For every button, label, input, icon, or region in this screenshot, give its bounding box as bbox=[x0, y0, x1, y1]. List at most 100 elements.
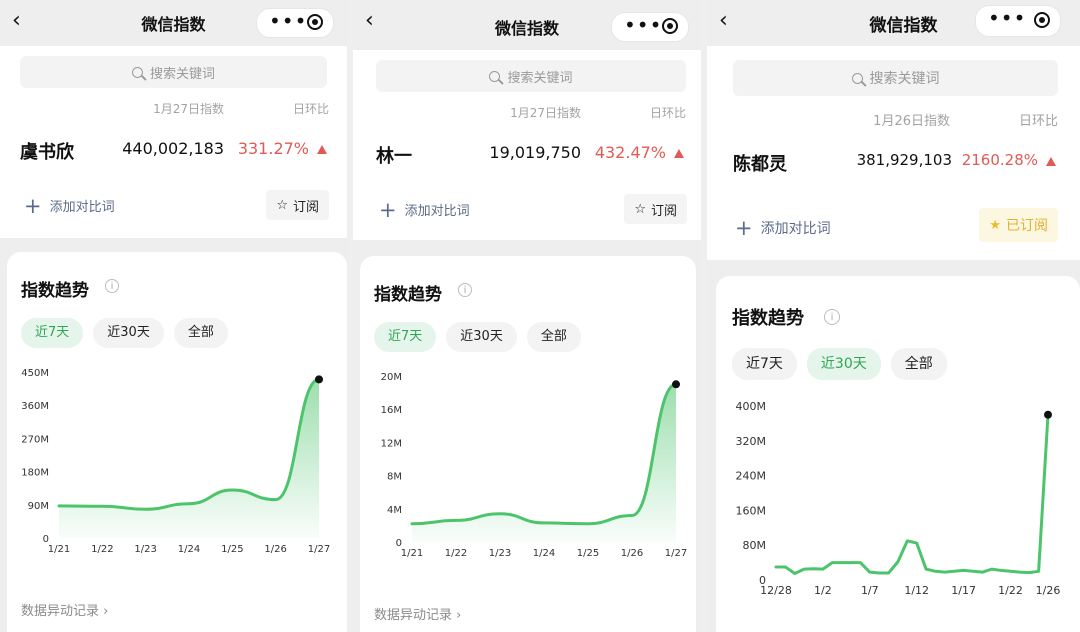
x-tick-label: 1/26 bbox=[1036, 584, 1061, 597]
x-tick-label: 1/22 bbox=[998, 584, 1023, 597]
star-outline-icon: ☆ bbox=[276, 197, 288, 213]
keyword-name: 林一 bbox=[376, 146, 412, 167]
tab-30-days[interactable]: 近30天 bbox=[806, 348, 881, 380]
tab-30-days[interactable]: 近30天 bbox=[93, 318, 164, 348]
screen-3: ‹ 微信指数 ••• 搜索关键词 1月26日指数 日环比 陈都灵 381,929… bbox=[707, 0, 1080, 632]
x-tick-label: 1/22 bbox=[445, 548, 467, 559]
close-target-icon[interactable] bbox=[307, 14, 323, 30]
close-target-icon[interactable] bbox=[1034, 12, 1050, 28]
keyword-row: 虞书欣 440,002,183 331.27% bbox=[20, 138, 329, 163]
range-tabs: 近7天 近30天 全部 bbox=[21, 318, 228, 348]
close-target-icon[interactable] bbox=[662, 18, 678, 34]
add-compare-button[interactable]: + 添加对比词 bbox=[735, 216, 831, 240]
search-icon bbox=[851, 72, 863, 84]
plus-icon: + bbox=[735, 216, 753, 240]
series-line bbox=[410, 382, 678, 526]
summary-card: 搜索关键词 1月27日指数 日环比 林一 19,019,750 432.47% … bbox=[353, 50, 701, 240]
history-label: 数据异动记录 bbox=[374, 608, 453, 623]
x-tick-label: 1/26 bbox=[264, 544, 286, 555]
x-tick-label: 1/25 bbox=[221, 544, 243, 555]
history-link[interactable]: 数据异动记录 › bbox=[374, 604, 461, 623]
chevron-right-icon: › bbox=[103, 604, 109, 619]
index-date-label: 1月27日指数 bbox=[153, 102, 224, 116]
dod-change: 331.27% bbox=[237, 139, 309, 158]
y-tick-label: 320M bbox=[736, 435, 767, 448]
screen-1: ‹ 微信指数 ••• 搜索关键词 1月27日指数 日环比 虞书欣 440,002… bbox=[0, 0, 347, 632]
index-labels: 1月27日指数 日环比 bbox=[353, 104, 686, 122]
x-tick-label: 1/22 bbox=[91, 544, 113, 555]
y-tick-label: 90M bbox=[28, 501, 49, 512]
x-tick-label: 1/7 bbox=[861, 584, 879, 597]
keyword-name: 陈都灵 bbox=[733, 154, 787, 175]
x-tick-label: 12/28 bbox=[760, 584, 792, 597]
history-label: 数据异动记录 bbox=[21, 604, 100, 619]
search-input[interactable]: 搜索关键词 bbox=[376, 60, 686, 92]
add-compare-label: 添加对比词 bbox=[404, 204, 470, 219]
tab-7-days[interactable]: 近7天 bbox=[21, 318, 84, 348]
latest-point bbox=[315, 375, 323, 384]
trend-title: 指数趋势 bbox=[374, 285, 442, 305]
trend-title: 指数趋势 bbox=[732, 308, 804, 329]
index-value: 381,929,103 bbox=[856, 151, 952, 169]
info-icon[interactable]: i bbox=[824, 309, 840, 325]
add-compare-label: 添加对比词 bbox=[49, 200, 115, 215]
mini-program-capsule[interactable]: ••• bbox=[975, 5, 1061, 37]
y-tick-label: 450M bbox=[21, 368, 49, 379]
tab-all[interactable]: 全部 bbox=[173, 318, 228, 348]
star-outline-icon: ☆ bbox=[634, 201, 646, 217]
info-icon[interactable]: i bbox=[458, 283, 472, 297]
add-compare-button[interactable]: + 添加对比词 bbox=[379, 197, 470, 222]
history-link[interactable]: 数据异动记录 › bbox=[21, 600, 108, 619]
summary-card: 搜索关键词 1月27日指数 日环比 虞书欣 440,002,183 331.27… bbox=[0, 46, 347, 238]
subscribed-button[interactable]: ★ 已订阅 bbox=[979, 208, 1058, 242]
latest-point bbox=[1044, 410, 1052, 419]
search-placeholder: 搜索关键词 bbox=[869, 71, 940, 87]
search-icon bbox=[489, 70, 501, 82]
y-tick-label: 8M bbox=[387, 472, 402, 483]
x-tick-label: 1/26 bbox=[621, 548, 643, 559]
keyword-row: 林一 19,019,750 432.47% bbox=[376, 142, 686, 167]
plus-icon: + bbox=[379, 197, 397, 222]
y-tick-label: 16M bbox=[381, 405, 402, 416]
y-tick-label: 360M bbox=[21, 401, 49, 412]
info-icon[interactable]: i bbox=[105, 279, 119, 293]
y-tick-label: 20M bbox=[381, 372, 402, 383]
index-date-label: 1月27日指数 bbox=[510, 106, 581, 120]
mini-program-capsule[interactable]: ••• bbox=[256, 8, 334, 38]
keyword-row: 陈都灵 381,929,103 2160.28% bbox=[733, 150, 1058, 175]
more-icon[interactable]: ••• bbox=[269, 11, 307, 31]
up-arrow-icon bbox=[674, 149, 684, 158]
x-tick-label: 1/2 bbox=[814, 584, 832, 597]
y-tick-label: 400M bbox=[736, 400, 767, 413]
tab-7-days[interactable]: 近7天 bbox=[732, 348, 797, 380]
index-labels: 1月26日指数 日环比 bbox=[707, 110, 1058, 129]
subscribe-label: 订阅 bbox=[292, 199, 319, 215]
star-filled-icon: ★ bbox=[989, 217, 1001, 233]
subscribe-button[interactable]: ☆ 订阅 bbox=[624, 194, 687, 224]
subscribe-button[interactable]: ☆ 订阅 bbox=[266, 190, 329, 220]
subscribe-label: 已订阅 bbox=[1006, 218, 1048, 234]
add-compare-button[interactable]: + 添加对比词 bbox=[24, 193, 115, 218]
x-tick-label: 1/21 bbox=[401, 548, 423, 559]
more-icon[interactable]: ••• bbox=[988, 8, 1026, 28]
trend-chart: 090M180M270M360M450M1/21 1/22 1/23 1/24 1/25… bbox=[21, 368, 330, 555]
search-placeholder: 搜索关键词 bbox=[507, 70, 573, 86]
subscribe-label: 订阅 bbox=[650, 203, 677, 219]
mini-program-capsule[interactable]: ••• bbox=[611, 12, 689, 42]
tab-all[interactable]: 全部 bbox=[526, 322, 581, 352]
wechat-index-screenshots: ‹ 微信指数 ••• 搜索关键词 1月27日指数 日环比 虞书欣 440,002… bbox=[0, 0, 1080, 632]
search-input[interactable]: 搜索关键词 bbox=[733, 60, 1058, 96]
tab-30-days[interactable]: 近30天 bbox=[446, 322, 517, 352]
plus-icon: + bbox=[24, 193, 42, 218]
more-icon[interactable]: ••• bbox=[624, 15, 662, 35]
nav-bar: ‹ 微信指数 ••• bbox=[0, 0, 347, 46]
y-tick-label: 80M bbox=[743, 539, 767, 552]
x-tick-label: 1/23 bbox=[134, 544, 156, 555]
nav-bar: ‹ 微信指数 ••• bbox=[707, 0, 1080, 46]
x-tick-label: 1/27 bbox=[665, 548, 687, 559]
search-input[interactable]: 搜索关键词 bbox=[20, 56, 327, 88]
y-tick-label: 160M bbox=[736, 504, 767, 517]
tab-all[interactable]: 全部 bbox=[890, 348, 947, 380]
tab-7-days[interactable]: 近7天 bbox=[374, 322, 437, 352]
index-date-label: 1月26日指数 bbox=[873, 114, 950, 129]
